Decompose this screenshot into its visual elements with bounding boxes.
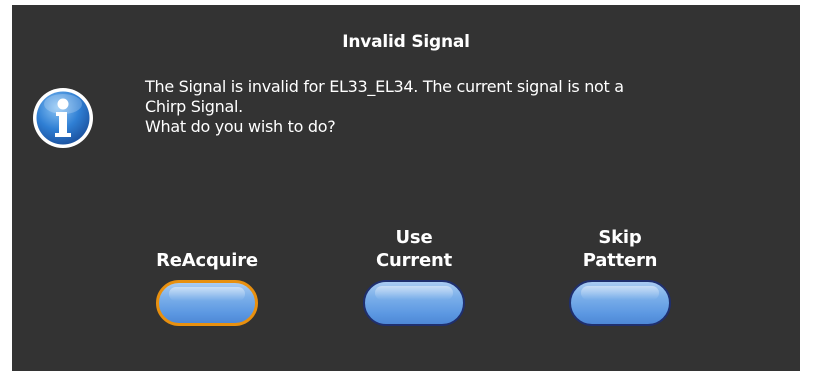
reacquire-group: ReAcquire [142, 249, 272, 326]
invalid-signal-dialog: Invalid Signal The Signal is invalid for… [12, 5, 800, 371]
skip-pattern-label-line2: Pattern [582, 250, 658, 271]
skip-pattern-label-line1: Skip [598, 227, 642, 248]
use-current-label-line2: Current [375, 250, 452, 271]
reacquire-button[interactable] [156, 280, 258, 326]
use-current-group: Use Current [349, 226, 479, 326]
use-current-button[interactable] [363, 280, 465, 326]
skip-pattern-group: Skip Pattern [555, 226, 685, 326]
dialog-message: The Signal is invalid for EL33_EL34. The… [145, 77, 775, 137]
use-current-label-line1: Use [395, 227, 433, 248]
reacquire-label: ReAcquire [156, 250, 258, 271]
skip-pattern-button[interactable] [569, 280, 671, 326]
dialog-title: Invalid Signal [342, 32, 470, 52]
message-line-3: What do you wish to do? [145, 117, 336, 136]
info-icon [33, 88, 93, 148]
message-line-2: Chirp Signal. [145, 97, 243, 116]
message-line-1: The Signal is invalid for EL33_EL34. The… [145, 77, 624, 96]
